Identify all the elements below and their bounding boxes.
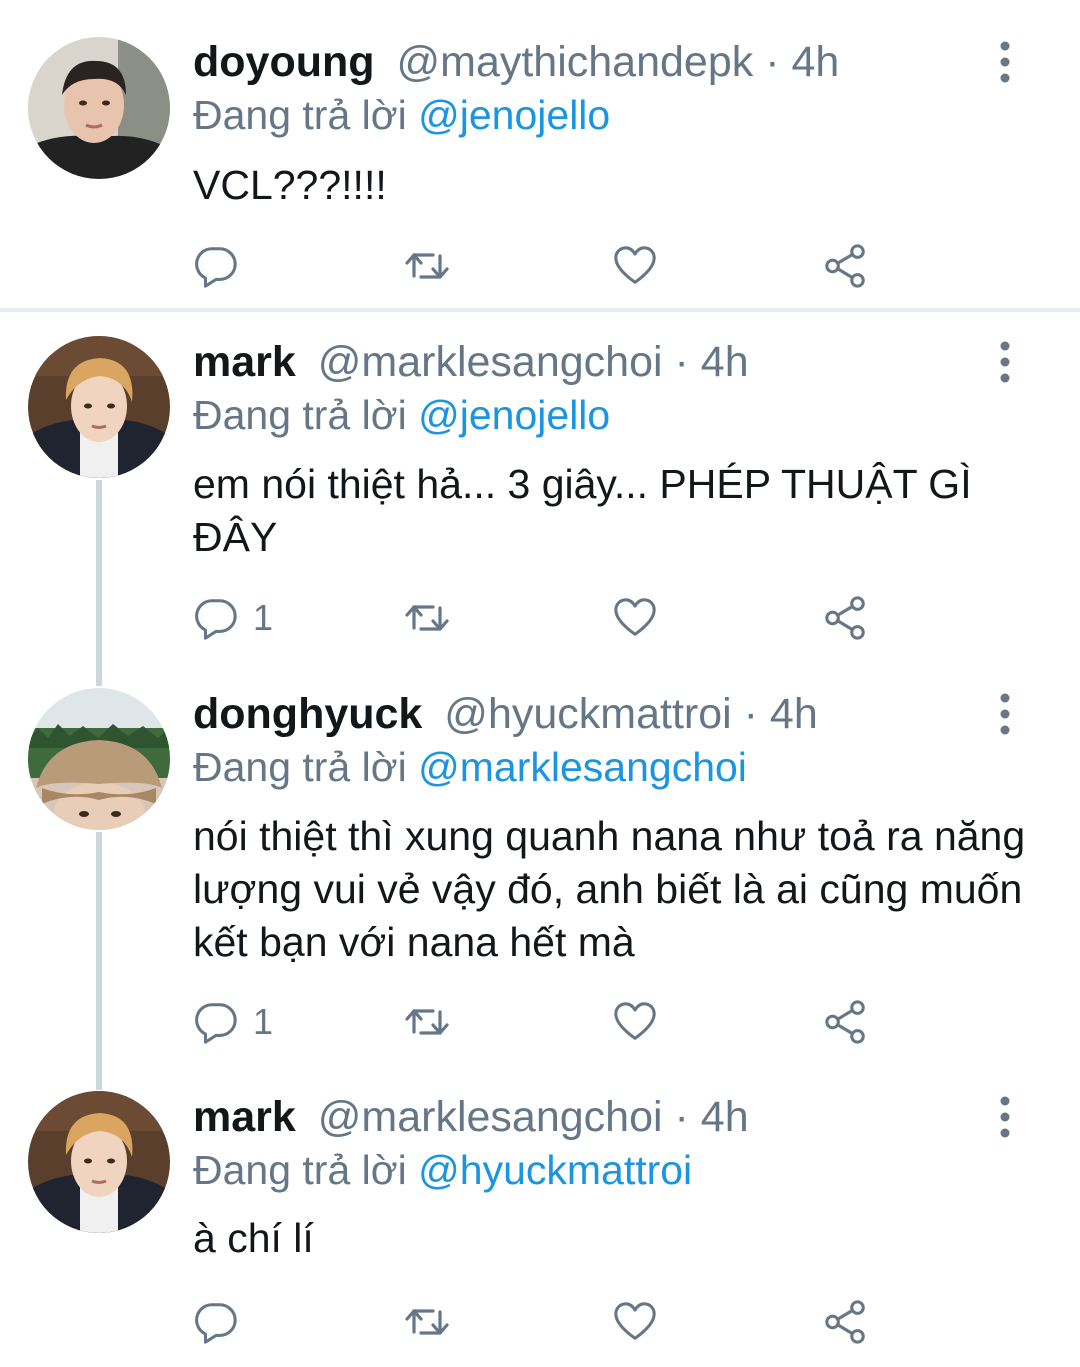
- avatar[interactable]: [28, 336, 170, 478]
- like-button[interactable]: [612, 236, 658, 296]
- action-bar: 1: [0, 588, 1080, 648]
- avatar[interactable]: [28, 1091, 170, 1233]
- timestamp[interactable]: 4h: [770, 690, 818, 738]
- timestamp[interactable]: 4h: [791, 38, 839, 86]
- share-icon: [823, 242, 869, 290]
- tweet-header: donghyuck @hyuckmattroi · 4h: [193, 684, 818, 744]
- replying-to-label: Đang trả lời: [193, 744, 419, 790]
- mention-link[interactable]: @jenojello: [418, 392, 610, 438]
- more-vertical-icon[interactable]: [990, 1095, 1020, 1139]
- mention-link[interactable]: @marklesangchoi: [418, 744, 747, 790]
- retweet-button[interactable]: [401, 992, 453, 1052]
- reply-icon: [193, 243, 239, 289]
- heart-icon: [612, 1299, 658, 1345]
- tweet-text: à chí lí: [193, 1215, 314, 1261]
- handle[interactable]: @marklesangchoi: [318, 1093, 663, 1141]
- retweet-icon: [401, 1298, 453, 1346]
- heart-icon: [612, 999, 658, 1045]
- retweet-icon: [401, 594, 453, 642]
- action-bar: [0, 1292, 1080, 1352]
- reply-count: 1: [253, 1001, 274, 1042]
- mention-link[interactable]: @hyuckmattroi: [418, 1147, 692, 1193]
- timestamp[interactable]: 4h: [701, 338, 749, 386]
- share-button[interactable]: [823, 1292, 869, 1352]
- retweet-icon: [401, 998, 453, 1046]
- retweet-button[interactable]: [401, 588, 453, 648]
- more-vertical-icon[interactable]: [990, 40, 1020, 84]
- share-button[interactable]: [823, 236, 869, 296]
- retweet-button[interactable]: [401, 236, 453, 296]
- separator: ·: [662, 1093, 701, 1141]
- replying-to-label: Đang trả lời: [193, 1147, 419, 1193]
- retweet-button[interactable]: [401, 1292, 453, 1352]
- avatar[interactable]: [28, 37, 170, 179]
- handle[interactable]: @marklesangchoi: [318, 338, 663, 386]
- tweet-header: mark @marklesangchoi · 4h: [193, 332, 749, 392]
- handle[interactable]: @hyuckmattroi: [444, 690, 731, 738]
- reply-button[interactable]: 1: [193, 588, 273, 648]
- reply-button[interactable]: 1: [193, 992, 273, 1052]
- replying-to-label: Đang trả lời: [193, 392, 419, 438]
- separator: ·: [662, 338, 701, 386]
- more-vertical-icon[interactable]: [990, 692, 1020, 736]
- action-bar: [0, 236, 1080, 296]
- retweet-icon: [401, 242, 453, 290]
- mention-link[interactable]: @jenojello: [418, 92, 610, 138]
- share-icon: [823, 1298, 869, 1346]
- reply-icon: [193, 1299, 239, 1345]
- reply-button[interactable]: [193, 236, 253, 296]
- share-icon: [823, 998, 869, 1046]
- replying-to-label: Đang trả lời: [193, 92, 419, 138]
- tweet-header: doyoung @maythichandepk · 4h: [193, 32, 839, 92]
- handle[interactable]: @maythichandepk: [396, 38, 753, 86]
- heart-icon: [612, 595, 658, 641]
- display-name[interactable]: doyoung: [193, 38, 375, 86]
- like-button[interactable]: [612, 588, 658, 648]
- heart-icon: [612, 243, 658, 289]
- avatar[interactable]: [28, 688, 170, 830]
- reply-button[interactable]: [193, 1292, 253, 1352]
- like-button[interactable]: [612, 992, 658, 1052]
- separator: ·: [753, 38, 792, 86]
- replying-to: Đang trả lời @hyuckmattroi: [193, 1143, 692, 1197]
- reply-count: 1: [253, 597, 274, 638]
- share-button[interactable]: [823, 992, 869, 1052]
- tweet-text: nói thiệt thì xung quanh nana như toả ra…: [193, 813, 1026, 965]
- share-button[interactable]: [823, 588, 869, 648]
- display-name[interactable]: mark: [193, 338, 296, 386]
- replying-to: Đang trả lời @jenojello: [193, 388, 610, 442]
- thread-line: [96, 480, 102, 686]
- tweet-text: VCL???!!!!: [193, 162, 387, 208]
- tweet-header: mark @marklesangchoi · 4h: [193, 1087, 749, 1147]
- share-icon: [823, 594, 869, 642]
- replying-to: Đang trả lời @marklesangchoi: [193, 740, 747, 794]
- separator: ·: [731, 690, 770, 738]
- display-name[interactable]: mark: [193, 1093, 296, 1141]
- timestamp[interactable]: 4h: [701, 1093, 749, 1141]
- display-name[interactable]: donghyuck: [193, 690, 422, 738]
- reply-icon: [193, 595, 239, 641]
- tweet-text: em nói thiệt hả... 3 giây... PHÉP THUẬT …: [193, 461, 972, 560]
- replying-to: Đang trả lời @jenojello: [193, 88, 610, 142]
- action-bar: 1: [0, 992, 1080, 1052]
- divider: [0, 308, 1080, 312]
- reply-icon: [193, 999, 239, 1045]
- like-button[interactable]: [612, 1292, 658, 1352]
- more-vertical-icon[interactable]: [990, 340, 1020, 384]
